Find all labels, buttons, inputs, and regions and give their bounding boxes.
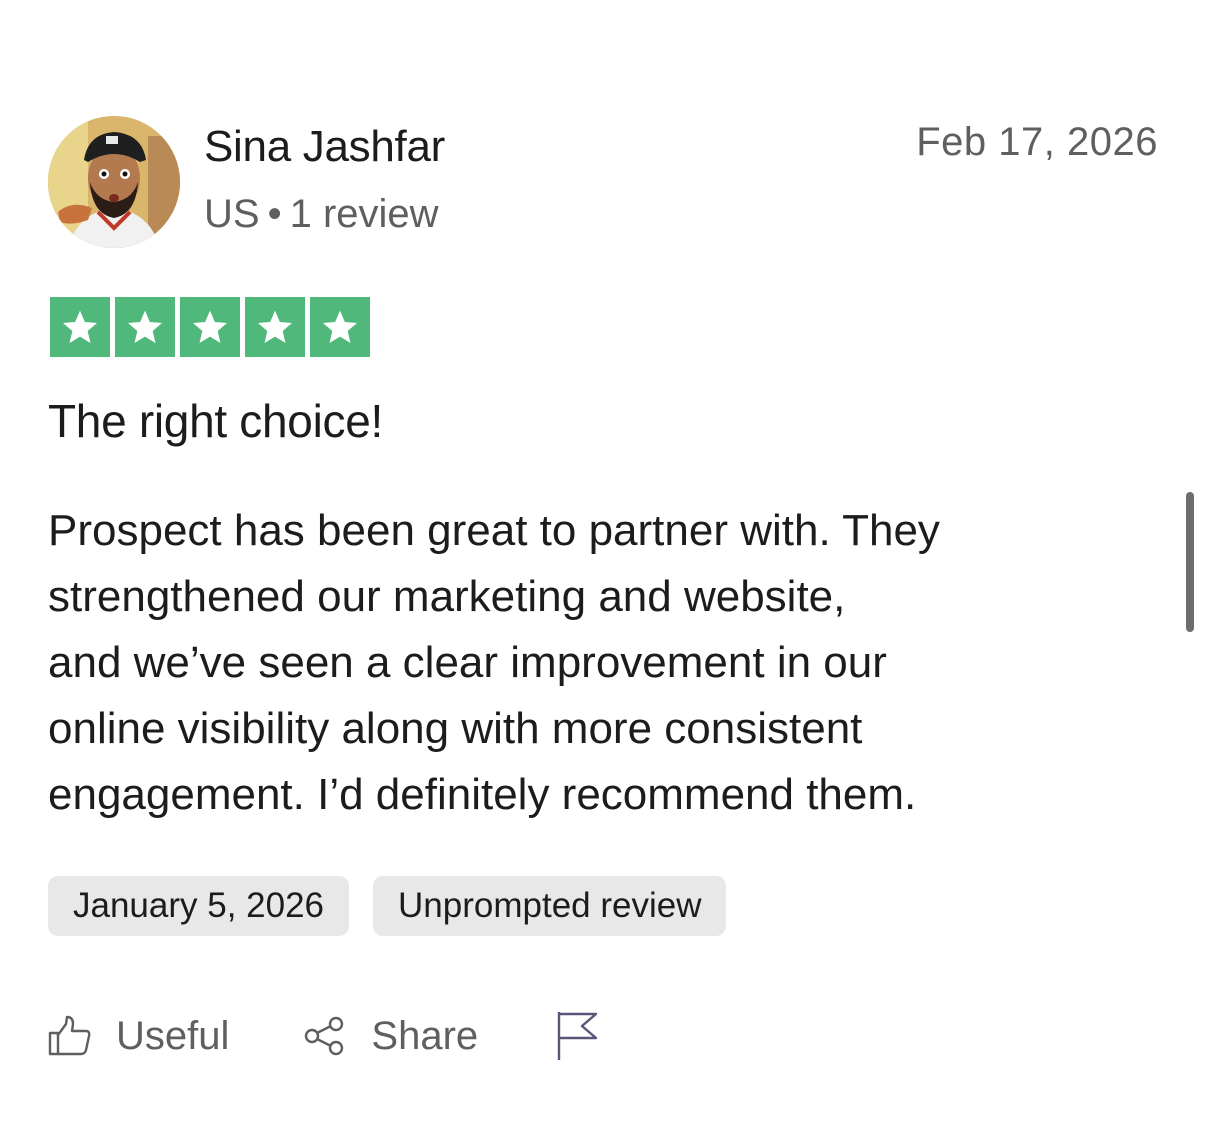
review-type-chip[interactable]: Unprompted review bbox=[373, 876, 727, 936]
report-button[interactable] bbox=[556, 1010, 600, 1062]
review-card: Sina Jashfar US • 1 review Feb 17, 2026 Th… bbox=[48, 0, 1158, 1134]
review-body-line: engagement. I’d definitely recommend the… bbox=[48, 770, 917, 819]
share-label: Share bbox=[371, 1013, 479, 1058]
star-icon bbox=[180, 297, 240, 357]
review-chips: January 5, 2026 Unprompted review bbox=[48, 876, 727, 936]
star-icon bbox=[115, 297, 175, 357]
reviewer-meta: US • 1 review bbox=[204, 192, 439, 237]
meta-separator: • bbox=[267, 192, 282, 236]
avatar[interactable] bbox=[48, 116, 180, 248]
star-icon bbox=[245, 297, 305, 357]
experience-date-chip: January 5, 2026 bbox=[48, 876, 350, 936]
useful-label: Useful bbox=[116, 1013, 230, 1058]
review-body: Prospect has been great to partner with.… bbox=[48, 498, 1148, 828]
star-rating bbox=[50, 297, 370, 357]
review-body-line: Prospect has been great to partner with.… bbox=[48, 506, 940, 555]
review-body-line: and we’ve seen a clear improvement in ou… bbox=[48, 638, 887, 687]
flag-icon bbox=[556, 1010, 600, 1062]
review-actions: Useful Share bbox=[48, 1006, 600, 1066]
review-date: Feb 17, 2026 bbox=[916, 120, 1158, 164]
review-body-line: online visibility along with more consis… bbox=[48, 704, 863, 753]
star-icon bbox=[310, 297, 370, 357]
useful-button[interactable]: Useful bbox=[48, 1014, 229, 1059]
share-button[interactable]: Share bbox=[303, 1014, 478, 1059]
share-icon bbox=[303, 1014, 347, 1058]
star-icon bbox=[50, 297, 110, 357]
review-title[interactable]: The right choice! bbox=[48, 394, 383, 448]
scrollbar[interactable] bbox=[1186, 492, 1194, 632]
reviewer-review-count: 1 review bbox=[289, 192, 439, 236]
reviewer-country: US bbox=[204, 192, 260, 236]
reviewer-name[interactable]: Sina Jashfar bbox=[204, 122, 445, 172]
thumbs-up-icon bbox=[48, 1014, 92, 1058]
review-body-line: strengthened our marketing and website, bbox=[48, 572, 846, 621]
